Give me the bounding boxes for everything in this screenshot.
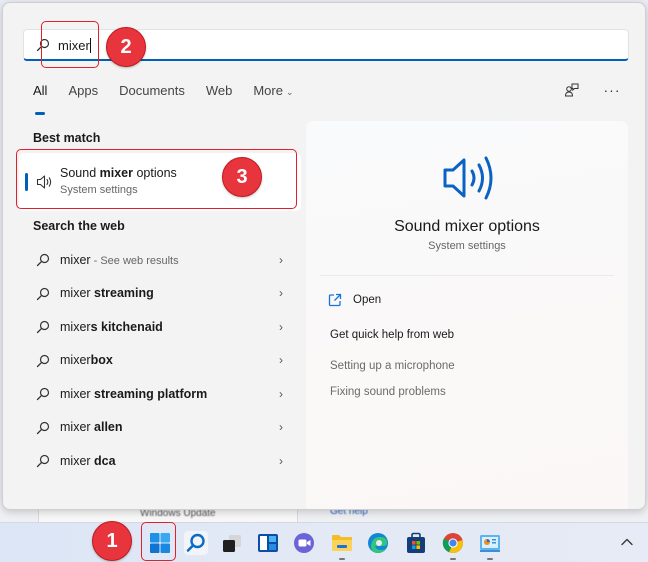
- chevron-right-icon: ›: [279, 252, 283, 267]
- chevron-down-icon: ⌄: [285, 87, 294, 97]
- more-options-button[interactable]: ···: [603, 81, 621, 99]
- chevron-up-icon[interactable]: [620, 535, 634, 549]
- web-suggestion-text: mixer allen: [60, 420, 123, 435]
- web-suggestions-list: mixer - See web results › mixer streamin…: [19, 243, 301, 478]
- running-indicator: [450, 558, 456, 560]
- web-suggestion-item[interactable]: mixerbox ›: [19, 344, 301, 378]
- tab-documents[interactable]: Documents: [119, 83, 185, 107]
- annotation-badge-3: 3: [222, 157, 262, 197]
- web-suggestion-item[interactable]: mixer streaming platform ›: [19, 377, 301, 411]
- preview-subtitle: System settings: [428, 240, 506, 252]
- tab-apps[interactable]: Apps: [68, 83, 98, 107]
- result-preview-pane: Sound mixer options System settings Open…: [306, 121, 628, 509]
- help-link-sound-problems[interactable]: Fixing sound problems: [330, 386, 446, 398]
- preview-divider: [320, 275, 614, 276]
- chevron-right-icon: ›: [279, 453, 283, 468]
- chevron-right-icon: ›: [279, 386, 283, 401]
- chevron-right-icon: ›: [279, 353, 283, 368]
- open-label: Open: [353, 294, 382, 306]
- feedback-icon: [564, 83, 579, 97]
- running-indicator: [487, 558, 493, 560]
- teams-chat-icon[interactable]: [292, 531, 316, 555]
- chevron-right-icon: ›: [279, 319, 283, 334]
- feedback-button[interactable]: [563, 81, 581, 99]
- panel-toolbar: ···: [563, 81, 621, 99]
- annotation-badge-2: 2: [106, 27, 146, 67]
- web-suggestion-item[interactable]: mixers kitchenaid ›: [19, 310, 301, 344]
- tab-more-label: More: [253, 83, 283, 98]
- tab-web[interactable]: Web: [206, 83, 233, 107]
- control-panel-icon[interactable]: [478, 531, 502, 555]
- tab-all[interactable]: All: [33, 83, 47, 115]
- open-external-icon: [328, 293, 342, 307]
- web-suggestion-text: mixer dca: [60, 453, 116, 468]
- edge-icon[interactable]: [366, 531, 390, 555]
- more-options-icon: ···: [603, 82, 621, 98]
- tab-more[interactable]: More ⌄: [253, 83, 293, 107]
- web-suggestion-item[interactable]: mixer allen ›: [19, 411, 301, 445]
- task-view-icon[interactable]: [220, 531, 244, 555]
- search-icon: [36, 253, 50, 267]
- annotation-highlight-start: [141, 522, 176, 561]
- search-web-heading: Search the web: [33, 219, 125, 233]
- search-icon: [36, 454, 50, 468]
- web-suggestion-text: mixer streaming platform: [60, 386, 208, 401]
- store-icon[interactable]: [404, 531, 428, 555]
- web-suggestion-text: mixer - See web results: [60, 252, 179, 267]
- annotation-badge-1: 1: [92, 521, 132, 561]
- widgets-icon[interactable]: [256, 531, 280, 555]
- search-icon[interactable]: [184, 531, 208, 555]
- help-link-microphone[interactable]: Setting up a microphone: [330, 360, 455, 372]
- running-indicator: [339, 558, 345, 560]
- search-icon: [36, 387, 50, 401]
- folder-icon[interactable]: [330, 531, 354, 555]
- preview-title: Sound mixer options: [394, 218, 540, 235]
- quick-help-heading: Get quick help from web: [330, 329, 455, 341]
- search-icon: [36, 320, 50, 334]
- search-panel: mixer All Apps Documents Web More ⌄ ··· B…: [2, 2, 646, 510]
- speaker-icon: [443, 156, 493, 200]
- search-icon: [36, 287, 50, 300]
- annotation-highlight-search: [41, 21, 99, 68]
- filter-tabs: All Apps Documents Web More ⌄: [33, 83, 315, 115]
- search-icon: [36, 421, 50, 434]
- web-suggestion-text: mixer streaming: [60, 286, 154, 301]
- chevron-right-icon: ›: [279, 286, 283, 301]
- web-suggestion-item[interactable]: mixer streaming ›: [19, 277, 301, 311]
- web-suggestion-item[interactable]: mixer - See web results ›: [19, 243, 301, 277]
- web-suggestion-text: mixerbox: [60, 353, 113, 368]
- search-icon: [36, 354, 50, 367]
- web-suggestion-text: mixers kitchenaid: [60, 319, 163, 334]
- open-action[interactable]: Open: [328, 293, 381, 307]
- chrome-icon[interactable]: [441, 531, 465, 555]
- web-suggestion-item[interactable]: mixer dca ›: [19, 444, 301, 478]
- chevron-right-icon: ›: [279, 420, 283, 435]
- best-match-heading: Best match: [33, 131, 101, 145]
